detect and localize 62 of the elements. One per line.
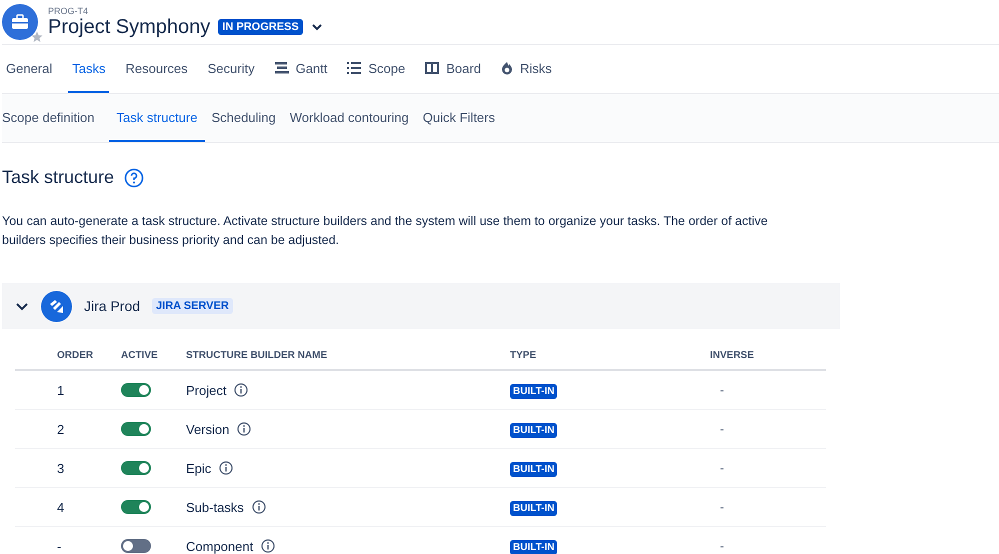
active-toggle[interactable] [121, 500, 151, 514]
active-toggle[interactable] [121, 383, 151, 397]
description-text: You can auto-generate a task structure. Activate structure builders and the system will use them to organize your tasks. The order of active builders specifies their business priority and can be adjusted. [2, 213, 769, 249]
sub-tab[interactable]: Quick Filters [422, 94, 503, 142]
inverse-cell-text: - [719, 422, 725, 436]
tab[interactable]: Resources [121, 45, 192, 93]
sub-tab[interactable]: Workload contouring [290, 94, 417, 142]
server-badge: JIRA SERVER [152, 298, 233, 314]
builder-name: Sub-tasks [186, 500, 244, 514]
type-badge: BUILT-IN [510, 540, 558, 554]
inverse-cell-text: - [719, 383, 725, 397]
tab[interactable]: Risks [496, 45, 556, 93]
info-icon[interactable] [237, 422, 252, 436]
info-icon[interactable] [219, 461, 234, 475]
column-header: ACTIVE [121, 350, 159, 360]
briefcase-icon [11, 14, 29, 30]
column-header: STRUCTURE BUILDER NAME [186, 350, 328, 360]
star-icon[interactable] [31, 31, 43, 43]
inverse-cell-text: - [719, 539, 725, 553]
connection-name: Jira Prod [84, 298, 140, 314]
sub-tab[interactable]: Scope definition [2, 94, 103, 142]
active-toggle[interactable] [121, 539, 151, 553]
order-cell-text: 4 [56, 500, 66, 514]
column-header: TYPE [510, 350, 538, 360]
builder-name: Epic [186, 460, 212, 476]
flame-icon [500, 61, 513, 75]
tab[interactable]: Gantt [270, 45, 332, 93]
type-badge: BUILT-IN [510, 501, 558, 516]
bars-icon [274, 62, 289, 74]
type-badge: BUILT-IN [510, 384, 558, 399]
order-cell-text: 2 [56, 422, 66, 436]
info-icon[interactable] [234, 383, 248, 397]
sub-tab[interactable]: Task structure [108, 94, 206, 142]
sub-tab[interactable]: Scheduling [211, 94, 284, 142]
help-icon[interactable] [124, 168, 144, 188]
info-icon[interactable] [261, 539, 276, 553]
info-icon[interactable] [252, 500, 266, 514]
builder-name: Component [186, 538, 254, 554]
builder-name: Version [186, 422, 230, 436]
builder-name: Project [186, 382, 226, 398]
type-badge: BUILT-IN [510, 462, 558, 477]
order-cell-text: 1 [56, 382, 66, 398]
tab[interactable]: Scope [343, 45, 410, 93]
column-header: ORDER [56, 350, 94, 360]
project-key: PROG-T4 [48, 6, 323, 16]
order-cell-text: - [56, 538, 62, 554]
tab[interactable]: Security [204, 45, 259, 93]
active-toggle[interactable] [121, 461, 151, 475]
order-cell-text: 3 [56, 460, 66, 476]
list-icon [347, 62, 362, 74]
type-badge: BUILT-IN [510, 423, 558, 438]
project-name: Project Symphony [48, 16, 210, 38]
active-toggle[interactable] [121, 422, 151, 436]
column-header: INVERSE [710, 350, 755, 360]
tab[interactable]: General [2, 45, 56, 93]
app-logo-icon [41, 290, 72, 322]
board-icon [425, 62, 440, 74]
section-heading: Task structure [2, 167, 114, 188]
inverse-cell-text: - [719, 500, 725, 514]
tab[interactable]: Board [421, 45, 485, 93]
status-badge[interactable]: IN PROGRESS [218, 19, 303, 35]
inverse-cell-text: - [719, 461, 725, 475]
